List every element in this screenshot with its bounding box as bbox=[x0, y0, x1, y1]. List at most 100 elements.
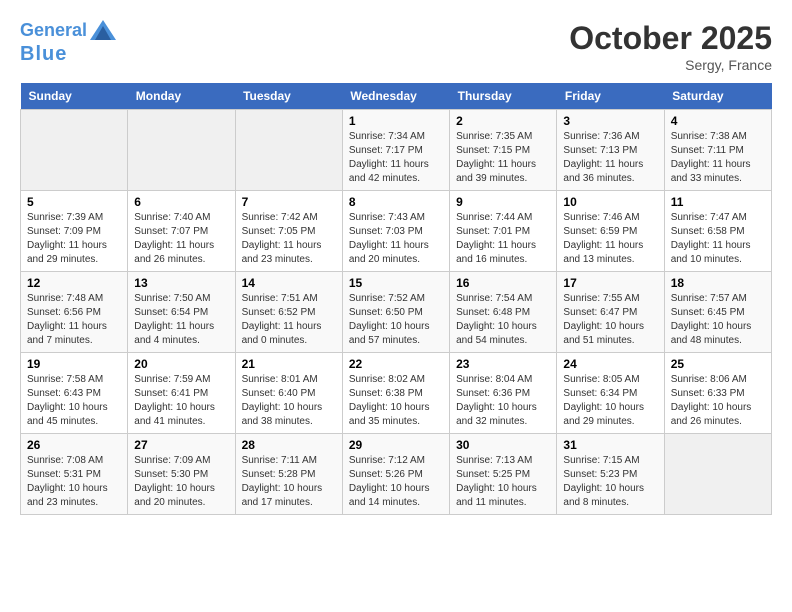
day-info: Sunrise: 7:40 AMSunset: 7:07 PMDaylight:… bbox=[134, 212, 214, 265]
calendar-cell: 14 Sunrise: 7:51 AMSunset: 6:52 PMDaylig… bbox=[235, 272, 342, 353]
day-number: 19 bbox=[27, 357, 121, 371]
day-number: 26 bbox=[27, 438, 121, 452]
calendar-table: SundayMondayTuesdayWednesdayThursdayFrid… bbox=[20, 83, 772, 515]
month-title: October 2025 bbox=[569, 20, 772, 57]
day-number: 28 bbox=[242, 438, 336, 452]
day-info: Sunrise: 7:46 AMSunset: 6:59 PMDaylight:… bbox=[563, 212, 643, 265]
weekday-header-monday: Monday bbox=[128, 83, 235, 110]
day-number: 29 bbox=[349, 438, 443, 452]
weekday-header-saturday: Saturday bbox=[664, 83, 771, 110]
day-info: Sunrise: 8:05 AMSunset: 6:34 PMDaylight:… bbox=[563, 374, 644, 427]
calendar-cell: 11 Sunrise: 7:47 AMSunset: 6:58 PMDaylig… bbox=[664, 191, 771, 272]
calendar-cell: 25 Sunrise: 8:06 AMSunset: 6:33 PMDaylig… bbox=[664, 353, 771, 434]
weekday-header-row: SundayMondayTuesdayWednesdayThursdayFrid… bbox=[21, 83, 772, 110]
calendar-cell: 29 Sunrise: 7:12 AMSunset: 5:26 PMDaylig… bbox=[342, 434, 449, 515]
calendar-cell: 2 Sunrise: 7:35 AMSunset: 7:15 PMDayligh… bbox=[450, 110, 557, 191]
day-number: 4 bbox=[671, 114, 765, 128]
day-info: Sunrise: 7:08 AMSunset: 5:31 PMDaylight:… bbox=[27, 455, 108, 508]
calendar-cell: 27 Sunrise: 7:09 AMSunset: 5:30 PMDaylig… bbox=[128, 434, 235, 515]
page-header: General Blue October 2025 Sergy, France bbox=[20, 20, 772, 73]
calendar-cell: 7 Sunrise: 7:42 AMSunset: 7:05 PMDayligh… bbox=[235, 191, 342, 272]
calendar-cell: 10 Sunrise: 7:46 AMSunset: 6:59 PMDaylig… bbox=[557, 191, 664, 272]
calendar-cell: 18 Sunrise: 7:57 AMSunset: 6:45 PMDaylig… bbox=[664, 272, 771, 353]
day-info: Sunrise: 7:11 AMSunset: 5:28 PMDaylight:… bbox=[242, 455, 323, 508]
day-number: 18 bbox=[671, 276, 765, 290]
calendar-cell: 5 Sunrise: 7:39 AMSunset: 7:09 PMDayligh… bbox=[21, 191, 128, 272]
day-number: 24 bbox=[563, 357, 657, 371]
day-info: Sunrise: 7:51 AMSunset: 6:52 PMDaylight:… bbox=[242, 293, 322, 346]
logo-icon bbox=[90, 20, 116, 40]
calendar-cell: 4 Sunrise: 7:38 AMSunset: 7:11 PMDayligh… bbox=[664, 110, 771, 191]
day-number: 20 bbox=[134, 357, 228, 371]
calendar-cell: 19 Sunrise: 7:58 AMSunset: 6:43 PMDaylig… bbox=[21, 353, 128, 434]
calendar-cell: 30 Sunrise: 7:13 AMSunset: 5:25 PMDaylig… bbox=[450, 434, 557, 515]
day-number: 3 bbox=[563, 114, 657, 128]
day-info: Sunrise: 7:58 AMSunset: 6:43 PMDaylight:… bbox=[27, 374, 108, 427]
calendar-week-row: 1 Sunrise: 7:34 AMSunset: 7:17 PMDayligh… bbox=[21, 110, 772, 191]
day-info: Sunrise: 7:42 AMSunset: 7:05 PMDaylight:… bbox=[242, 212, 322, 265]
weekday-header-tuesday: Tuesday bbox=[235, 83, 342, 110]
day-info: Sunrise: 8:06 AMSunset: 6:33 PMDaylight:… bbox=[671, 374, 752, 427]
calendar-cell: 21 Sunrise: 8:01 AMSunset: 6:40 PMDaylig… bbox=[235, 353, 342, 434]
day-info: Sunrise: 7:12 AMSunset: 5:26 PMDaylight:… bbox=[349, 455, 430, 508]
day-info: Sunrise: 7:57 AMSunset: 6:45 PMDaylight:… bbox=[671, 293, 752, 346]
day-number: 17 bbox=[563, 276, 657, 290]
day-number: 5 bbox=[27, 195, 121, 209]
calendar-cell: 17 Sunrise: 7:55 AMSunset: 6:47 PMDaylig… bbox=[557, 272, 664, 353]
calendar-cell: 15 Sunrise: 7:52 AMSunset: 6:50 PMDaylig… bbox=[342, 272, 449, 353]
weekday-header-friday: Friday bbox=[557, 83, 664, 110]
calendar-cell: 20 Sunrise: 7:59 AMSunset: 6:41 PMDaylig… bbox=[128, 353, 235, 434]
day-info: Sunrise: 7:43 AMSunset: 7:03 PMDaylight:… bbox=[349, 212, 429, 265]
title-block: October 2025 Sergy, France bbox=[569, 20, 772, 73]
calendar-cell: 6 Sunrise: 7:40 AMSunset: 7:07 PMDayligh… bbox=[128, 191, 235, 272]
calendar-cell: 1 Sunrise: 7:34 AMSunset: 7:17 PMDayligh… bbox=[342, 110, 449, 191]
calendar-week-row: 19 Sunrise: 7:58 AMSunset: 6:43 PMDaylig… bbox=[21, 353, 772, 434]
weekday-header-wednesday: Wednesday bbox=[342, 83, 449, 110]
calendar-cell: 8 Sunrise: 7:43 AMSunset: 7:03 PMDayligh… bbox=[342, 191, 449, 272]
day-info: Sunrise: 7:13 AMSunset: 5:25 PMDaylight:… bbox=[456, 455, 537, 508]
day-number: 15 bbox=[349, 276, 443, 290]
day-number: 16 bbox=[456, 276, 550, 290]
day-number: 9 bbox=[456, 195, 550, 209]
calendar-cell: 22 Sunrise: 8:02 AMSunset: 6:38 PMDaylig… bbox=[342, 353, 449, 434]
calendar-cell: 3 Sunrise: 7:36 AMSunset: 7:13 PMDayligh… bbox=[557, 110, 664, 191]
day-info: Sunrise: 7:38 AMSunset: 7:11 PMDaylight:… bbox=[671, 131, 751, 184]
day-number: 14 bbox=[242, 276, 336, 290]
day-number: 25 bbox=[671, 357, 765, 371]
day-info: Sunrise: 7:50 AMSunset: 6:54 PMDaylight:… bbox=[134, 293, 214, 346]
day-info: Sunrise: 7:15 AMSunset: 5:23 PMDaylight:… bbox=[563, 455, 644, 508]
calendar-cell: 28 Sunrise: 7:11 AMSunset: 5:28 PMDaylig… bbox=[235, 434, 342, 515]
day-number: 31 bbox=[563, 438, 657, 452]
calendar-cell: 24 Sunrise: 8:05 AMSunset: 6:34 PMDaylig… bbox=[557, 353, 664, 434]
day-info: Sunrise: 7:34 AMSunset: 7:17 PMDaylight:… bbox=[349, 131, 429, 184]
day-info: Sunrise: 7:55 AMSunset: 6:47 PMDaylight:… bbox=[563, 293, 644, 346]
calendar-cell bbox=[128, 110, 235, 191]
calendar-cell: 31 Sunrise: 7:15 AMSunset: 5:23 PMDaylig… bbox=[557, 434, 664, 515]
weekday-header-thursday: Thursday bbox=[450, 83, 557, 110]
day-info: Sunrise: 8:01 AMSunset: 6:40 PMDaylight:… bbox=[242, 374, 323, 427]
day-number: 1 bbox=[349, 114, 443, 128]
logo-text-blue: Blue bbox=[20, 42, 67, 66]
day-number: 8 bbox=[349, 195, 443, 209]
day-number: 12 bbox=[27, 276, 121, 290]
calendar-cell: 23 Sunrise: 8:04 AMSunset: 6:36 PMDaylig… bbox=[450, 353, 557, 434]
day-info: Sunrise: 7:48 AMSunset: 6:56 PMDaylight:… bbox=[27, 293, 107, 346]
calendar-cell: 9 Sunrise: 7:44 AMSunset: 7:01 PMDayligh… bbox=[450, 191, 557, 272]
day-info: Sunrise: 8:02 AMSunset: 6:38 PMDaylight:… bbox=[349, 374, 430, 427]
day-info: Sunrise: 7:52 AMSunset: 6:50 PMDaylight:… bbox=[349, 293, 430, 346]
weekday-header-sunday: Sunday bbox=[21, 83, 128, 110]
logo: General Blue bbox=[20, 20, 116, 66]
day-number: 23 bbox=[456, 357, 550, 371]
day-info: Sunrise: 8:04 AMSunset: 6:36 PMDaylight:… bbox=[456, 374, 537, 427]
day-number: 7 bbox=[242, 195, 336, 209]
calendar-cell: 13 Sunrise: 7:50 AMSunset: 6:54 PMDaylig… bbox=[128, 272, 235, 353]
calendar-cell: 16 Sunrise: 7:54 AMSunset: 6:48 PMDaylig… bbox=[450, 272, 557, 353]
calendar-cell bbox=[235, 110, 342, 191]
day-number: 27 bbox=[134, 438, 228, 452]
calendar-week-row: 5 Sunrise: 7:39 AMSunset: 7:09 PMDayligh… bbox=[21, 191, 772, 272]
logo-text: General bbox=[20, 20, 87, 42]
calendar-cell bbox=[21, 110, 128, 191]
day-info: Sunrise: 7:35 AMSunset: 7:15 PMDaylight:… bbox=[456, 131, 536, 184]
day-number: 10 bbox=[563, 195, 657, 209]
day-number: 2 bbox=[456, 114, 550, 128]
